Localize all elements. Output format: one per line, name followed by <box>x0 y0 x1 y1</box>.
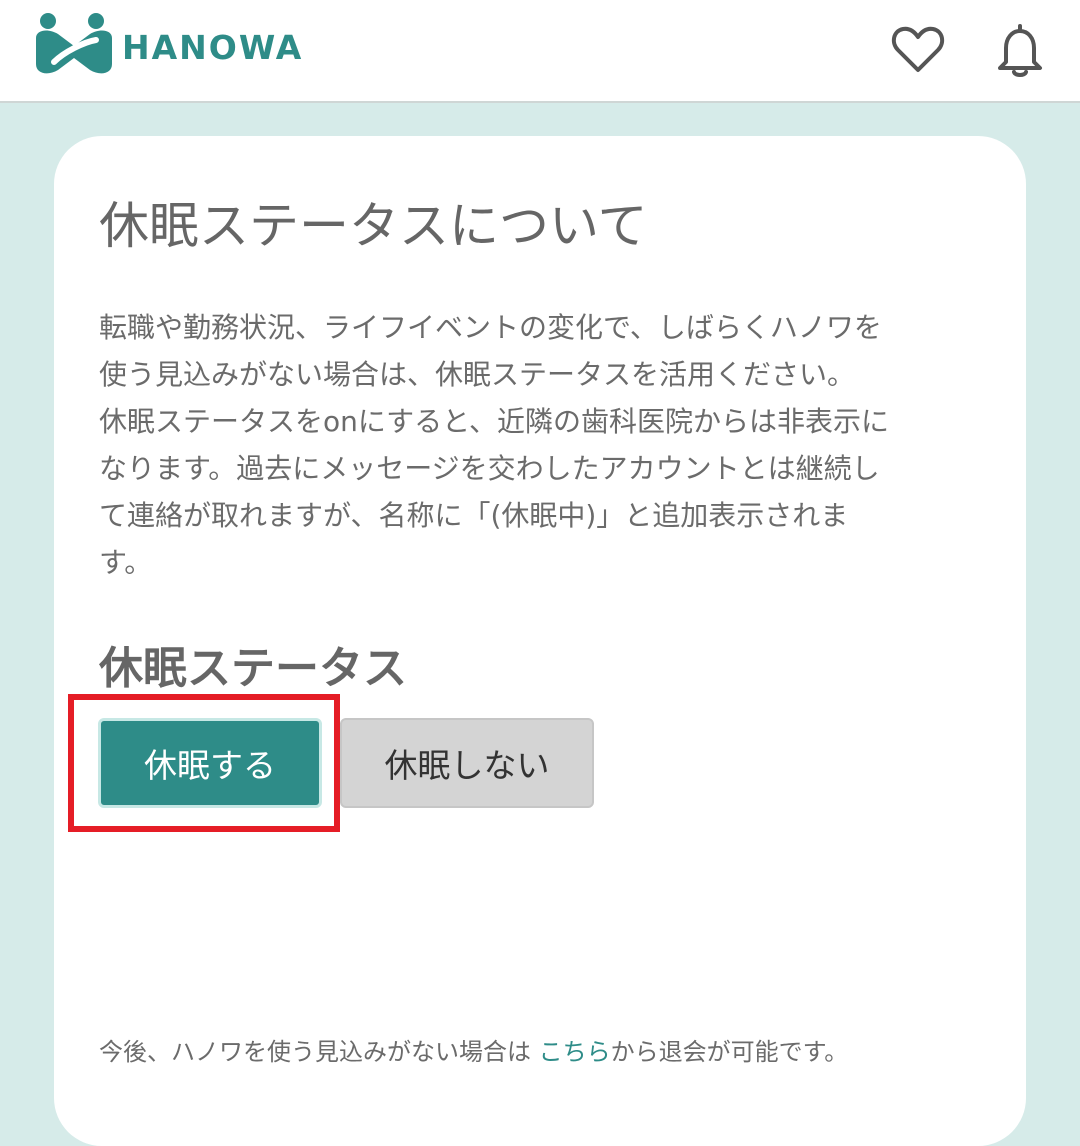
app-header: HANOWA <box>0 0 1080 103</box>
favorites-button[interactable] <box>886 18 950 82</box>
withdrawal-link[interactable]: こちら <box>539 1038 611 1066</box>
description-line: 使う見込みがない場合は、休眠ステータスを活用ください。 <box>99 358 856 391</box>
description-line: す。 <box>99 546 153 579</box>
description-line: 転職や勤務状況、ライフイベントの変化で、しばらくハノワを <box>99 311 882 344</box>
description-line: なります。過去にメッセージを交わしたアカウントとは継続し <box>99 452 880 485</box>
hanowa-logo-icon[interactable] <box>34 12 114 80</box>
description-line: 休眠ステータスをonにすると、近隣の歯科医院からは非表示に <box>99 405 890 438</box>
status-heading: 休眠ステータス <box>99 643 407 694</box>
description: 転職や勤務状況、ライフイベントの変化で、しばらくハノワを 使う見込みがない場合は… <box>99 304 989 586</box>
heart-icon <box>891 26 945 72</box>
no-sleep-button[interactable]: 休眠しない <box>340 718 594 808</box>
withdrawal-note: 今後、ハノワを使う見込みがない場合は こちらから退会が可能です。 <box>99 1032 999 1067</box>
page-title: 休眠ステータスについて <box>99 197 648 255</box>
brand-name[interactable]: HANOWA <box>122 28 303 67</box>
dormant-status-card: 休眠ステータスについて 転職や勤務状況、ライフイベントの変化で、しばらくハノワを… <box>54 136 1026 1146</box>
withdrawal-note-text: 今後、ハノワを使う見込みがない場合は <box>99 1038 539 1066</box>
description-line: て連絡が取れますが、名称に「(休眠中)」と追加表示されま <box>99 499 849 532</box>
highlight-box <box>68 694 340 832</box>
withdrawal-note-text-end: から退会が可能です。 <box>610 1038 849 1066</box>
bell-icon <box>998 24 1042 77</box>
notifications-button[interactable] <box>988 18 1052 82</box>
